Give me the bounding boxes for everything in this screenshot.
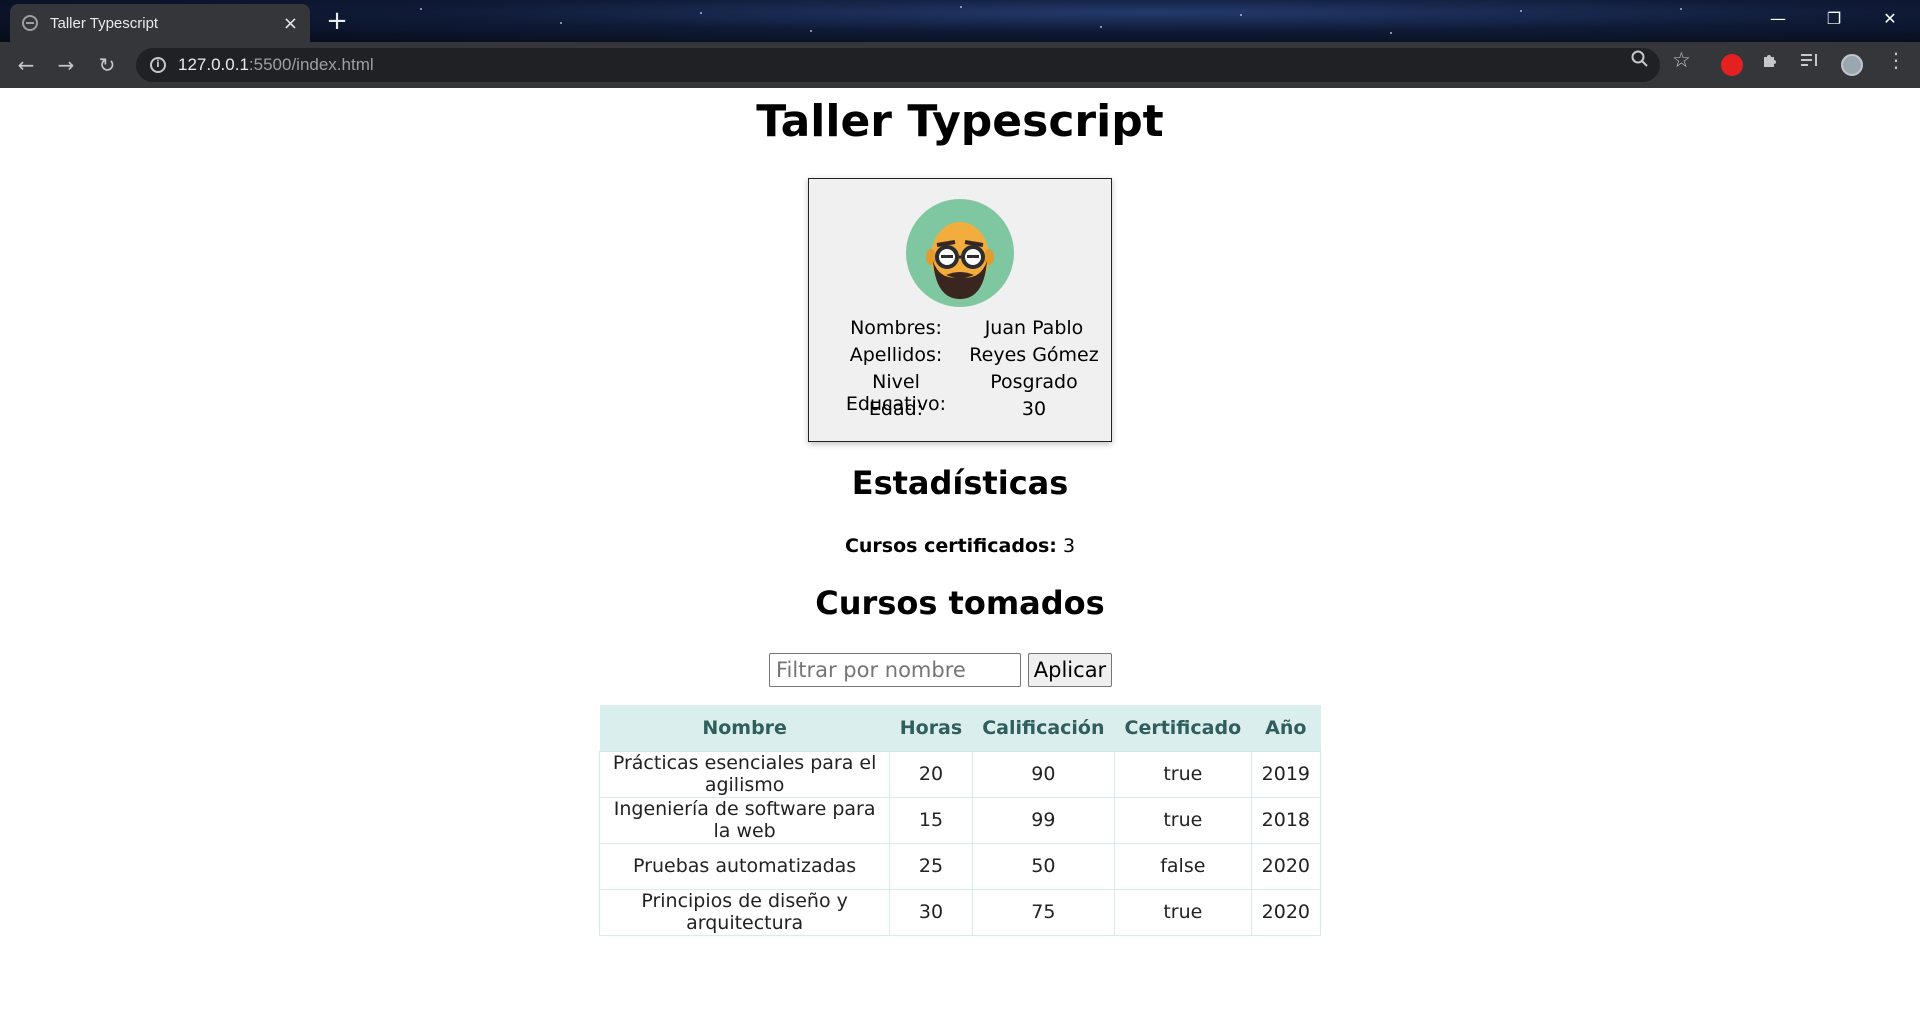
- profile-value: Juan Pablo: [984, 317, 1084, 339]
- site-info-icon[interactable]: i: [150, 57, 166, 73]
- profile-row-nivel-educativo: Nivel Educativo: Posgrado: [809, 371, 1113, 415]
- column-header-horas: Horas: [889, 705, 973, 752]
- certified-value: 3: [1062, 535, 1076, 557]
- table-row: Prácticas esenciales para el agilismo 20…: [598, 750, 1322, 798]
- decor-star: [560, 22, 562, 24]
- address-bar[interactable]: i 127.0.0.1:5500/index.html: [136, 48, 1660, 82]
- cell-horas: 15: [889, 796, 973, 844]
- cell-anio: 2020: [1250, 888, 1322, 936]
- decor-star: [960, 6, 962, 8]
- reading-list-icon[interactable]: [1800, 51, 1820, 74]
- courses-table: Nombre Horas Calificación Certificado Añ…: [598, 705, 1322, 936]
- profile-row-apellidos: Apellidos: Reyes Gómez: [809, 344, 1113, 371]
- profile-label: Nombres:: [850, 317, 942, 339]
- apply-filter-button[interactable]: Aplicar: [1028, 653, 1112, 687]
- decor-star: [810, 30, 812, 32]
- decor-star: [1100, 26, 1102, 28]
- browser-menu-icon[interactable]: ⋮: [1886, 48, 1906, 72]
- browser-titlebar: Taller Typescript × + — ❐ ✕: [0, 0, 1920, 42]
- profile-row-nombres: Nombres: Juan Pablo: [809, 317, 1113, 344]
- cell-anio: 2018: [1250, 796, 1322, 844]
- profile-value: Posgrado: [990, 371, 1078, 393]
- filter-name-input[interactable]: [769, 653, 1021, 687]
- decor-star: [1240, 14, 1242, 16]
- column-header-anio: Año: [1251, 705, 1321, 752]
- decor-star: [1520, 10, 1522, 12]
- cell-calificacion: 90: [971, 750, 1116, 798]
- cell-certificado: true: [1114, 888, 1252, 936]
- column-header-calificacion: Calificación: [972, 705, 1115, 752]
- cell-horas: 25: [889, 842, 973, 890]
- page-title: Taller Typescript: [756, 96, 1164, 147]
- decor-star: [1390, 32, 1392, 34]
- profile-card: Nombres: Juan Pablo Apellidos: Reyes Góm…: [808, 178, 1112, 442]
- column-header-nombre: Nombre: [599, 705, 890, 752]
- url-text: 127.0.0.1:5500/index.html: [178, 55, 374, 75]
- cell-certificado: true: [1114, 796, 1252, 844]
- tab-title: Taller Typescript: [50, 14, 159, 32]
- cell-horas: 30: [889, 888, 973, 936]
- zoom-icon[interactable]: [1631, 50, 1649, 73]
- decor-star: [700, 12, 702, 14]
- stats-title: Estadísticas: [851, 464, 1069, 502]
- extension-red-icon[interactable]: [1721, 54, 1743, 76]
- table-row: Pruebas automatizadas 25 50 false 2020: [598, 842, 1322, 890]
- page-content: Taller Typescript Nombres: Juan Pablo Ap…: [0, 88, 1920, 1030]
- decor-star: [1680, 8, 1682, 10]
- cell-calificacion: 50: [971, 842, 1116, 890]
- cell-anio: 2019: [1250, 750, 1322, 798]
- profile-avatar[interactable]: [1841, 54, 1863, 76]
- minimize-button[interactable]: —: [1750, 0, 1806, 38]
- restore-button[interactable]: ❐: [1806, 0, 1862, 38]
- table-row: Ingeniería de software para la web 15 99…: [598, 796, 1322, 844]
- cell-nombre: Principios de diseño y arquitectura: [598, 888, 891, 936]
- courses-title: Cursos tomados: [815, 584, 1105, 622]
- table-row: Principios de diseño y arquitectura 30 7…: [598, 888, 1322, 936]
- cell-nombre: Pruebas automatizadas: [598, 842, 891, 890]
- close-window-button[interactable]: ✕: [1862, 0, 1918, 38]
- cell-horas: 20: [889, 750, 973, 798]
- cell-anio: 2020: [1250, 842, 1322, 890]
- profile-label: Apellidos:: [849, 344, 943, 366]
- cell-certificado: false: [1114, 842, 1252, 890]
- profile-label: Edad:: [868, 398, 924, 420]
- url-host: 127.0.0.1: [178, 55, 249, 74]
- back-button[interactable]: ←: [10, 49, 42, 81]
- certified-label: Cursos certificados:: [844, 535, 1057, 557]
- column-header-certificado: Certificado: [1114, 705, 1252, 752]
- decor-star: [420, 8, 422, 10]
- cell-certificado: true: [1114, 750, 1252, 798]
- table-header-row: Nombre Horas Calificación Certificado Añ…: [599, 705, 1321, 752]
- cell-calificacion: 99: [971, 796, 1116, 844]
- avatar: [906, 199, 1014, 307]
- globe-icon: [22, 15, 38, 31]
- puzzle-icon[interactable]: [1761, 51, 1779, 74]
- profile-value: Reyes Gómez: [969, 344, 1099, 366]
- new-tab-button[interactable]: +: [322, 6, 352, 36]
- url-path: :5500/index.html: [248, 55, 374, 74]
- browser-tab-active[interactable]: Taller Typescript ×: [10, 4, 310, 42]
- forward-button[interactable]: →: [50, 49, 82, 81]
- cell-nombre: Prácticas esenciales para el agilismo: [598, 750, 891, 798]
- cell-nombre: Ingeniería de software para la web: [598, 796, 891, 844]
- bookmark-star-icon[interactable]: ☆: [1672, 48, 1691, 72]
- profile-row-edad: Edad: 30: [809, 398, 1113, 425]
- cell-calificacion: 75: [971, 888, 1116, 936]
- reload-button[interactable]: ↻: [91, 49, 123, 81]
- certified-courses-stat: Cursos certificados: 3: [0, 535, 1920, 557]
- browser-toolbar: ← → ↻ i 127.0.0.1:5500/index.html ☆ ⋮: [0, 42, 1920, 88]
- profile-value: 30: [1021, 398, 1047, 420]
- tab-close-button[interactable]: ×: [283, 13, 298, 34]
